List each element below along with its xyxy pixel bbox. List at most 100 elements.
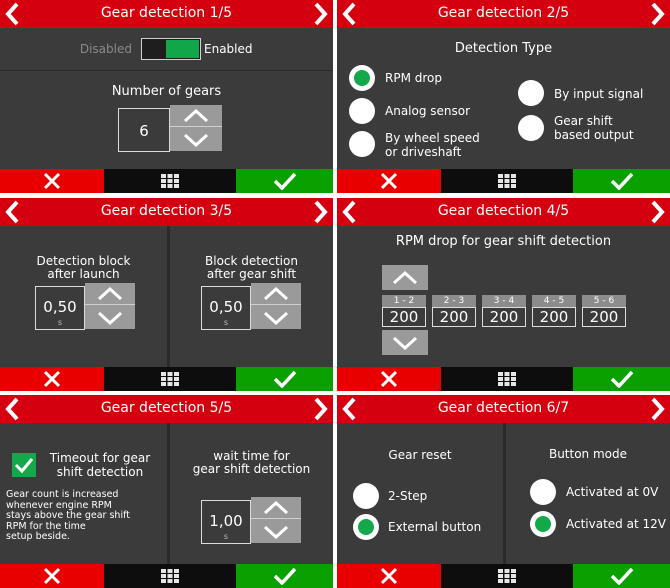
chevron-up-icon xyxy=(392,271,418,285)
radio-label-activated-0v: Activated at 0V xyxy=(566,485,659,499)
menu-button[interactable] xyxy=(441,367,573,391)
panel-gear-detection-6: Gear detection 6/7 Gear reset 2-Step Ext… xyxy=(337,395,670,588)
grid-icon xyxy=(498,174,516,188)
chevron-up-icon xyxy=(263,501,289,515)
title-bar: Gear detection 6/7 xyxy=(337,395,670,423)
gear-cell-value: 200 xyxy=(382,307,426,327)
grid-icon xyxy=(498,372,516,386)
confirm-button[interactable] xyxy=(573,367,670,391)
block-after-shift-increment[interactable] xyxy=(251,283,301,305)
panel-title: Gear detection 3/5 xyxy=(100,203,233,219)
block-after-shift-stepper xyxy=(251,283,301,329)
chevron-up-icon xyxy=(183,109,209,123)
confirm-button[interactable] xyxy=(236,169,333,193)
menu-button[interactable] xyxy=(104,367,236,391)
gears-increment-button[interactable] xyxy=(170,105,222,127)
radio-analog-sensor[interactable] xyxy=(349,98,375,124)
chevron-right-icon[interactable] xyxy=(647,397,667,421)
confirm-button[interactable] xyxy=(573,564,670,588)
chevron-right-icon[interactable] xyxy=(647,200,667,224)
cancel-button[interactable] xyxy=(0,367,104,391)
title-bar: Gear detection 1/5 xyxy=(0,0,333,28)
title-bar: Gear detection 3/5 xyxy=(0,198,333,226)
panel-gear-detection-3: Gear detection 3/5 Detection block after… xyxy=(0,198,333,391)
chevron-down-icon xyxy=(263,311,289,325)
grid-icon xyxy=(498,569,516,583)
wait-time-label: wait time for gear shift detection xyxy=(192,449,311,476)
chevron-right-icon[interactable] xyxy=(310,2,330,26)
menu-button[interactable] xyxy=(441,564,573,588)
detection-block-decrement[interactable] xyxy=(85,306,135,329)
radio-wheel-speed[interactable] xyxy=(349,131,375,157)
confirm-button[interactable] xyxy=(236,367,333,391)
radio-input-signal[interactable] xyxy=(518,80,544,106)
radio-label-2-step: 2-Step xyxy=(388,489,428,503)
cancel-button[interactable] xyxy=(0,564,104,588)
cancel-button[interactable] xyxy=(337,367,441,391)
rpm-decrement-button[interactable] xyxy=(382,330,428,355)
radio-label-wheel-speed: By wheel speed or driveshaft xyxy=(385,131,480,159)
chevron-up-icon xyxy=(263,287,289,301)
radio-activated-12v[interactable] xyxy=(530,511,556,537)
radio-rpm-drop[interactable] xyxy=(349,65,375,91)
title-bar: Gear detection 2/5 xyxy=(337,0,670,28)
wait-time-value[interactable]: 1,00 s xyxy=(201,500,251,544)
panel-title: Gear detection 1/5 xyxy=(100,5,233,21)
detection-block-unit: s xyxy=(57,318,63,327)
gears-stepper xyxy=(170,105,222,151)
menu-button[interactable] xyxy=(104,564,236,588)
gear-cell-label: 1 - 2 xyxy=(382,295,426,307)
wait-time-text: 1,00 xyxy=(209,512,243,530)
panel-title: Gear detection 5/5 xyxy=(100,400,233,416)
block-after-shift-value[interactable]: 0,50 s xyxy=(201,286,251,330)
confirm-button[interactable] xyxy=(236,564,333,588)
block-after-shift-unit: s xyxy=(223,318,229,327)
cancel-button[interactable] xyxy=(0,169,104,193)
timeout-description: Gear count is increased whenever engine … xyxy=(6,489,130,542)
detection-block-value[interactable]: 0,50 s xyxy=(35,286,85,330)
gear-cell-value: 200 xyxy=(532,307,576,327)
gear-reset-heading: Gear reset xyxy=(388,448,452,462)
radio-label-gear-shift-output: Gear shift based output xyxy=(554,114,634,142)
toggle-knob xyxy=(166,40,199,58)
wait-time-increment[interactable] xyxy=(251,497,301,519)
divider xyxy=(503,423,506,564)
divider xyxy=(167,423,170,564)
radio-label-input-signal: By input signal xyxy=(554,87,644,101)
chevron-right-icon[interactable] xyxy=(310,397,330,421)
number-of-gears-text: 6 xyxy=(139,122,149,140)
enabled-label: Enabled xyxy=(204,42,253,56)
radio-gear-shift-output[interactable] xyxy=(518,115,544,141)
confirm-button[interactable] xyxy=(573,169,670,193)
title-bar: Gear detection 5/5 xyxy=(0,395,333,423)
chevron-down-icon xyxy=(183,133,209,147)
detection-block-label: Detection block after launch xyxy=(36,254,131,281)
cancel-button[interactable] xyxy=(337,564,441,588)
menu-button[interactable] xyxy=(104,169,236,193)
gear-cell-label: 2 - 3 xyxy=(432,295,476,307)
checkmark-icon xyxy=(610,567,634,585)
radio-external-button[interactable] xyxy=(353,514,379,540)
cancel-button[interactable] xyxy=(337,169,441,193)
enable-toggle[interactable] xyxy=(141,38,201,60)
timeout-checkbox[interactable] xyxy=(12,453,36,477)
chevron-right-icon[interactable] xyxy=(647,2,667,26)
panel-title: Gear detection 6/7 xyxy=(437,400,570,416)
radio-activated-0v[interactable] xyxy=(530,479,556,505)
rpm-drop-heading: RPM drop for gear shift detection xyxy=(395,234,612,249)
radio-2-step[interactable] xyxy=(353,483,379,509)
wait-time-unit: s xyxy=(223,532,229,541)
panel-gear-detection-5: Gear detection 5/5 Timeout for gear shif… xyxy=(0,395,333,588)
checkmark-icon xyxy=(273,172,297,190)
x-icon xyxy=(380,370,398,388)
wait-time-decrement[interactable] xyxy=(251,520,301,543)
chevron-right-icon[interactable] xyxy=(310,200,330,224)
gear-cell-label: 5 - 6 xyxy=(582,295,626,307)
menu-button[interactable] xyxy=(441,169,573,193)
rpm-increment-button[interactable] xyxy=(382,265,428,290)
number-of-gears-value[interactable]: 6 xyxy=(118,108,170,152)
block-after-shift-decrement[interactable] xyxy=(251,306,301,329)
gears-decrement-button[interactable] xyxy=(170,128,222,151)
detection-block-increment[interactable] xyxy=(85,283,135,305)
gear-cell-value: 200 xyxy=(582,307,626,327)
